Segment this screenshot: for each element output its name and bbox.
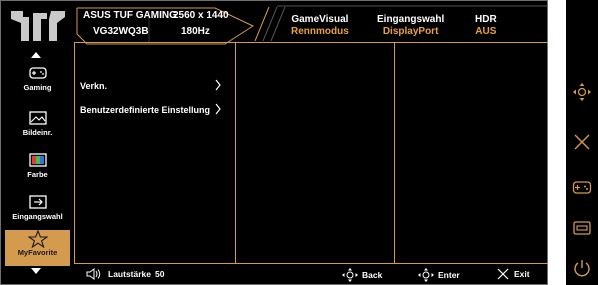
input-label: Eingangswahl <box>377 14 445 25</box>
speaker-icon <box>86 268 101 280</box>
gamevisual-label: GameVisual <box>291 14 349 25</box>
sidebar-item-gaming[interactable]: Gaming <box>5 65 70 107</box>
menu-item-label: Verkn. <box>80 81 108 91</box>
sidebar-item-bildeinr[interactable]: Bildeinr. <box>5 110 70 152</box>
scroll-down-icon[interactable] <box>31 268 41 274</box>
gamevisual-value: Rennmodus <box>291 26 349 37</box>
enter-hint: Enter <box>418 268 460 282</box>
close-button-icon[interactable] <box>572 132 592 152</box>
gamepad-button-icon[interactable] <box>572 177 592 197</box>
sidebar: Gaming Bildeinr. Farbe Eingangswahl MyFa… <box>1 42 74 285</box>
hdr-value: AUS <box>475 26 497 37</box>
sidebar-item-label: Bildeinr. <box>22 128 53 137</box>
image-icon <box>28 111 47 125</box>
volume-value: 50 <box>155 269 165 279</box>
menu-item-benutzerdefiniert[interactable]: Benutzerdefinierte Einstellung <box>80 103 230 115</box>
footer-bar: Lautstärke 50 Back Enter Exit <box>74 264 548 285</box>
scroll-up-icon[interactable] <box>31 52 41 58</box>
input-status: Eingangswahl DisplayPort <box>377 14 444 37</box>
refresh-text: 180Hz <box>181 26 210 37</box>
hdr-status: HDR AUS <box>475 14 497 37</box>
model-text: VG32WQ3B <box>93 26 149 37</box>
sidebar-item-label: MyFavorite <box>17 248 58 257</box>
decor-top-line <box>277 5 547 7</box>
gamevisual-status: GameVisual Rennmodus <box>291 14 349 37</box>
gamepad-icon <box>28 67 47 79</box>
osd-window: ASUS TUF GAMING VG32WQ3B 2560 x 1440 180… <box>0 0 548 285</box>
star-icon <box>27 230 48 248</box>
input-icon <box>28 195 47 209</box>
exit-label: Exit <box>514 269 530 279</box>
menu-panel: Verkn. Benutzerdefinierte Einstellung <box>74 42 235 264</box>
back-hint: Back <box>342 268 382 282</box>
exit-hint: Exit <box>496 268 530 280</box>
brand-text: ASUS TUF GAMING <box>83 10 177 21</box>
input-button-icon[interactable] <box>572 218 592 238</box>
sidebar-item-farbe[interactable]: Farbe <box>5 152 70 194</box>
back-label: Back <box>362 270 383 280</box>
volume-indicator: Lautstärke 50 <box>86 268 164 280</box>
model-info: ASUS TUF GAMING VG32WQ3B 2560 x 1440 180… <box>75 6 261 46</box>
sidebar-item-label: Farbe <box>27 170 48 179</box>
chevron-right-icon <box>215 103 221 115</box>
chevron-right-icon <box>215 79 221 91</box>
resolution-text: 2560 x 1440 <box>173 10 229 21</box>
menu-item-label: Benutzerdefinierte Einstellung <box>80 105 211 115</box>
submenu-panel <box>235 42 394 264</box>
input-value: DisplayPort <box>382 26 439 37</box>
sidebar-item-label: Eingangswahl <box>12 212 63 221</box>
close-icon <box>497 268 509 280</box>
decor-lines <box>254 6 286 42</box>
joystick-icon <box>342 268 358 282</box>
hardware-button-strip <box>566 0 598 285</box>
tuf-logo-icon <box>11 11 65 41</box>
hdr-label: HDR <box>475 14 497 25</box>
joystick-icon <box>418 268 434 282</box>
value-panel <box>394 42 548 264</box>
sidebar-item-myfavorite[interactable]: MyFavorite <box>5 230 70 266</box>
power-button-icon[interactable] <box>572 258 592 278</box>
sidebar-item-label: Gaming <box>23 83 52 92</box>
menu-item-verkn[interactable]: Verkn. <box>80 79 230 91</box>
volume-label: Lautstärke <box>108 269 151 279</box>
joystick-button-icon[interactable] <box>572 82 592 102</box>
color-icon <box>28 153 47 167</box>
enter-label: Enter <box>438 270 460 280</box>
